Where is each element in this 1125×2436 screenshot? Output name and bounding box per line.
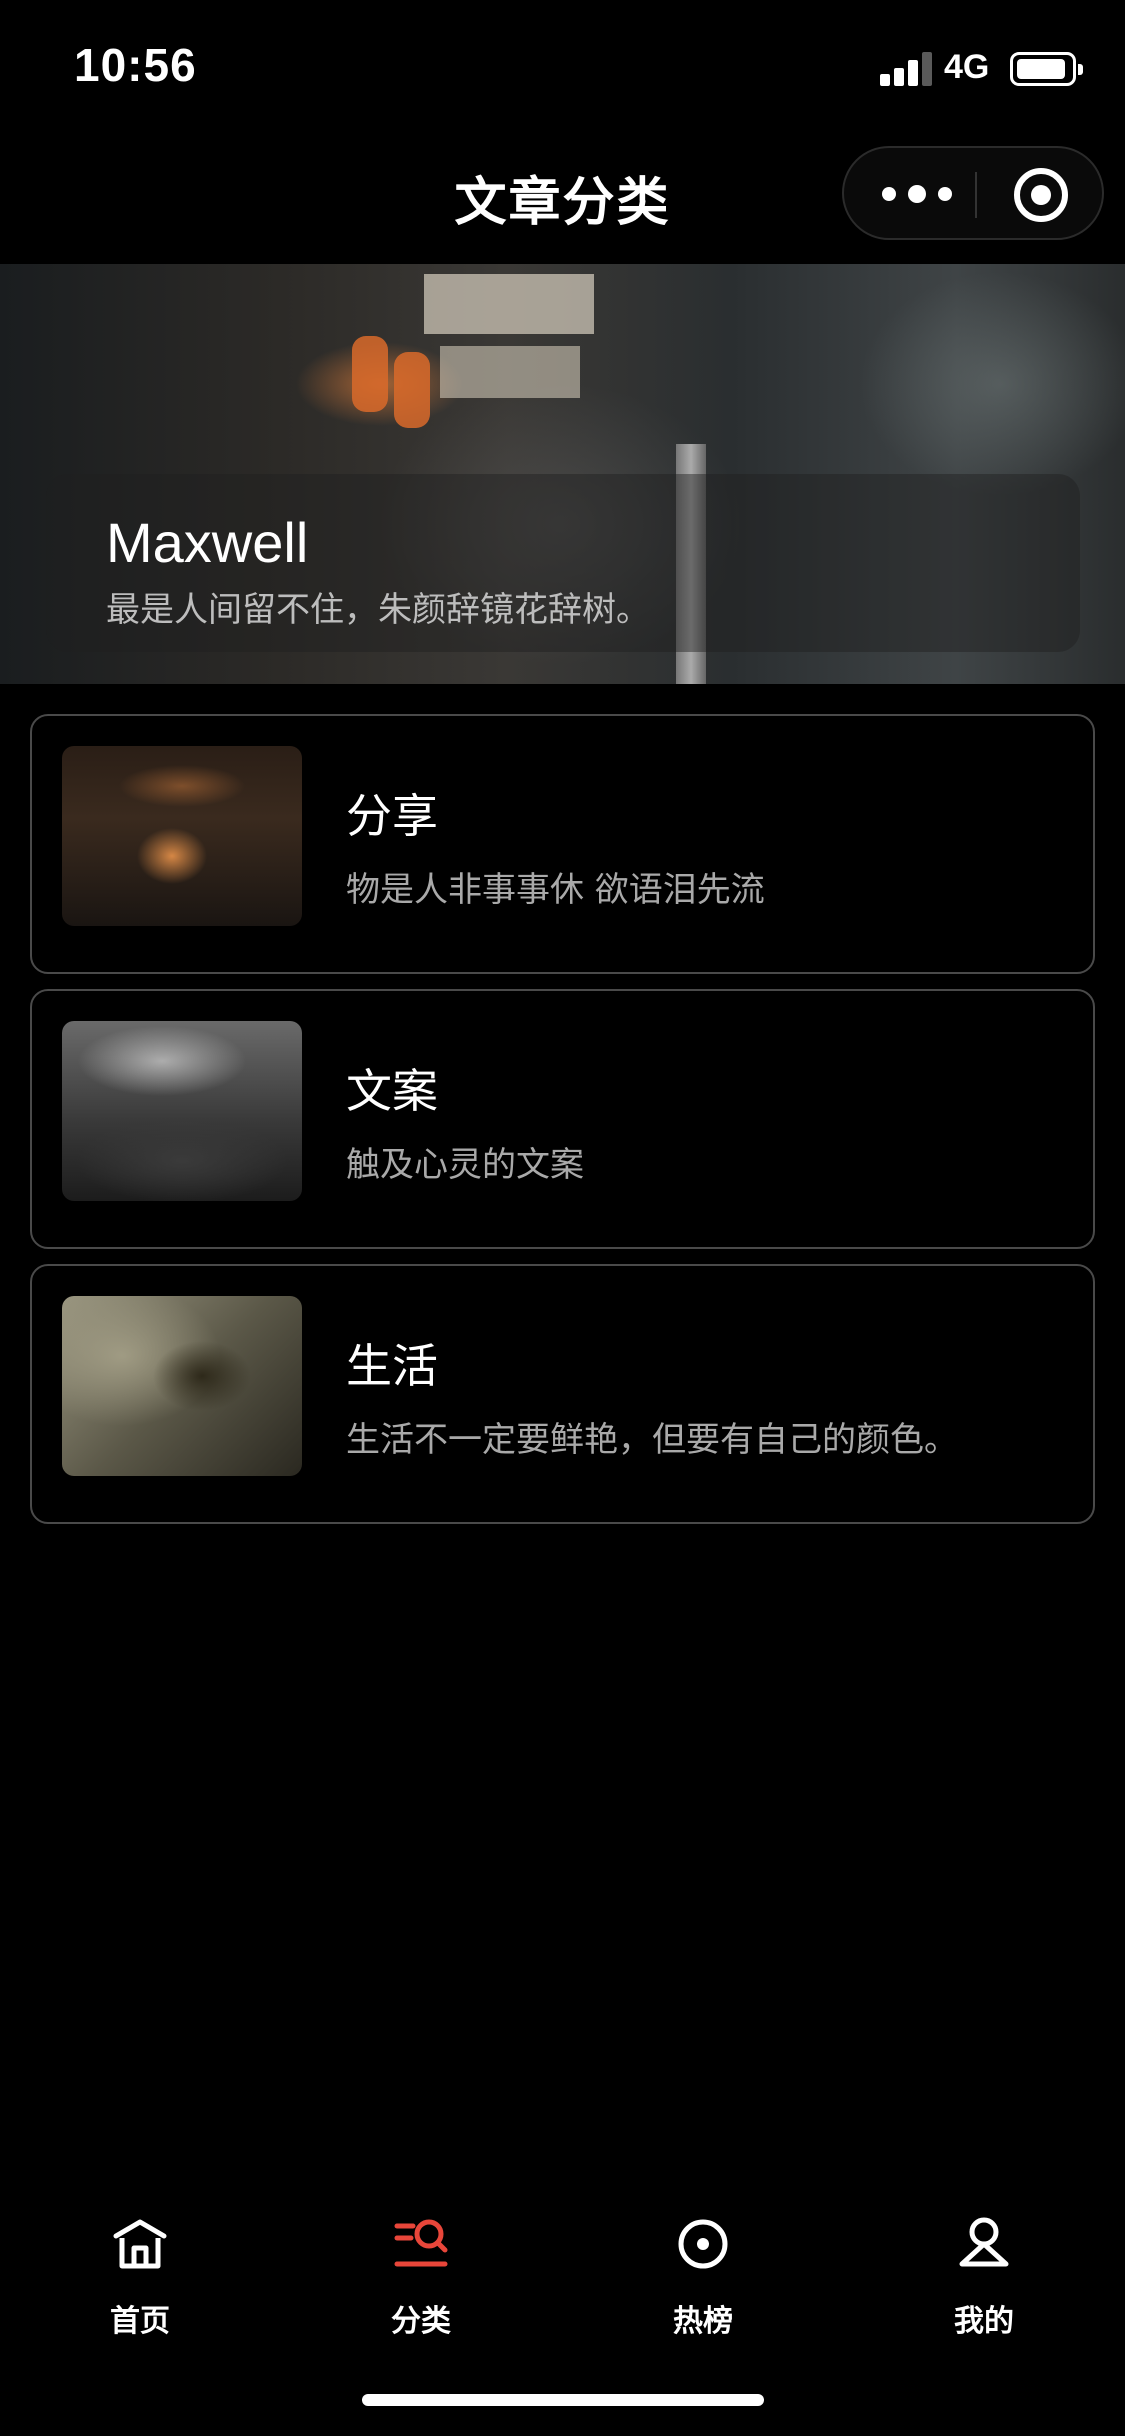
category-search-icon xyxy=(394,2219,448,2267)
banner-decor xyxy=(352,336,388,412)
category-thumbnail xyxy=(62,746,302,926)
category-title: 生活 xyxy=(346,1339,438,1393)
home-indicator[interactable] xyxy=(362,2394,764,2406)
battery-icon xyxy=(1010,52,1083,86)
more-icon[interactable] xyxy=(882,174,952,214)
tab-home[interactable]: 首页 xyxy=(40,2214,240,2344)
banner-decor xyxy=(424,274,594,334)
category-card-share[interactable]: 分享 物是人非事事休 欲语泪先流 xyxy=(30,714,1095,974)
tab-label: 热榜 xyxy=(673,2304,733,2339)
profile-name: Maxwell xyxy=(106,511,309,574)
category-description: 生活不一定要鲜艳，但要有自己的颜色。 xyxy=(346,1420,958,1460)
profile-motto: 最是人间留不住，朱颜辞镜花辞树。 xyxy=(106,590,650,630)
category-card-life[interactable]: 生活 生活不一定要鲜艳，但要有自己的颜色。 xyxy=(30,1264,1095,1524)
home-icon xyxy=(113,2219,167,2269)
signal-icon xyxy=(880,52,934,86)
category-thumbnail xyxy=(62,1296,302,1476)
tab-hot[interactable]: 热榜 xyxy=(603,2214,803,2344)
category-title: 分享 xyxy=(346,789,438,843)
target-icon xyxy=(678,2219,728,2269)
tab-label: 我的 xyxy=(954,2304,1014,2339)
category-card-copywriting[interactable]: 文案 触及心灵的文案 xyxy=(30,989,1095,1249)
network-label: 4G xyxy=(944,48,990,86)
status-bar: 10:56 4G xyxy=(0,0,1125,132)
tab-label: 首页 xyxy=(110,2304,170,2339)
status-time: 10:56 xyxy=(74,39,197,91)
banner-decor xyxy=(394,352,430,428)
category-thumbnail xyxy=(62,1021,302,1201)
mini-program-capsule xyxy=(842,146,1104,240)
banner-decor xyxy=(440,346,580,398)
category-title: 文案 xyxy=(346,1064,438,1118)
category-description: 物是人非事事休 欲语泪先流 xyxy=(346,870,765,910)
profile-card[interactable]: Maxwell 最是人间留不住，朱颜辞镜花辞树。 xyxy=(46,474,1080,652)
capsule-divider xyxy=(975,172,977,218)
user-icon xyxy=(959,2217,1009,2267)
close-target-icon[interactable] xyxy=(1014,168,1068,222)
tab-label: 分类 xyxy=(391,2304,451,2339)
category-description: 触及心灵的文案 xyxy=(346,1145,584,1185)
tab-mine[interactable]: 我的 xyxy=(884,2214,1084,2344)
tab-category[interactable]: 分类 xyxy=(321,2214,521,2344)
hero-banner: Maxwell 最是人间留不住，朱颜辞镜花辞树。 xyxy=(0,264,1125,684)
nav-bar: 文章分类 xyxy=(0,132,1125,264)
